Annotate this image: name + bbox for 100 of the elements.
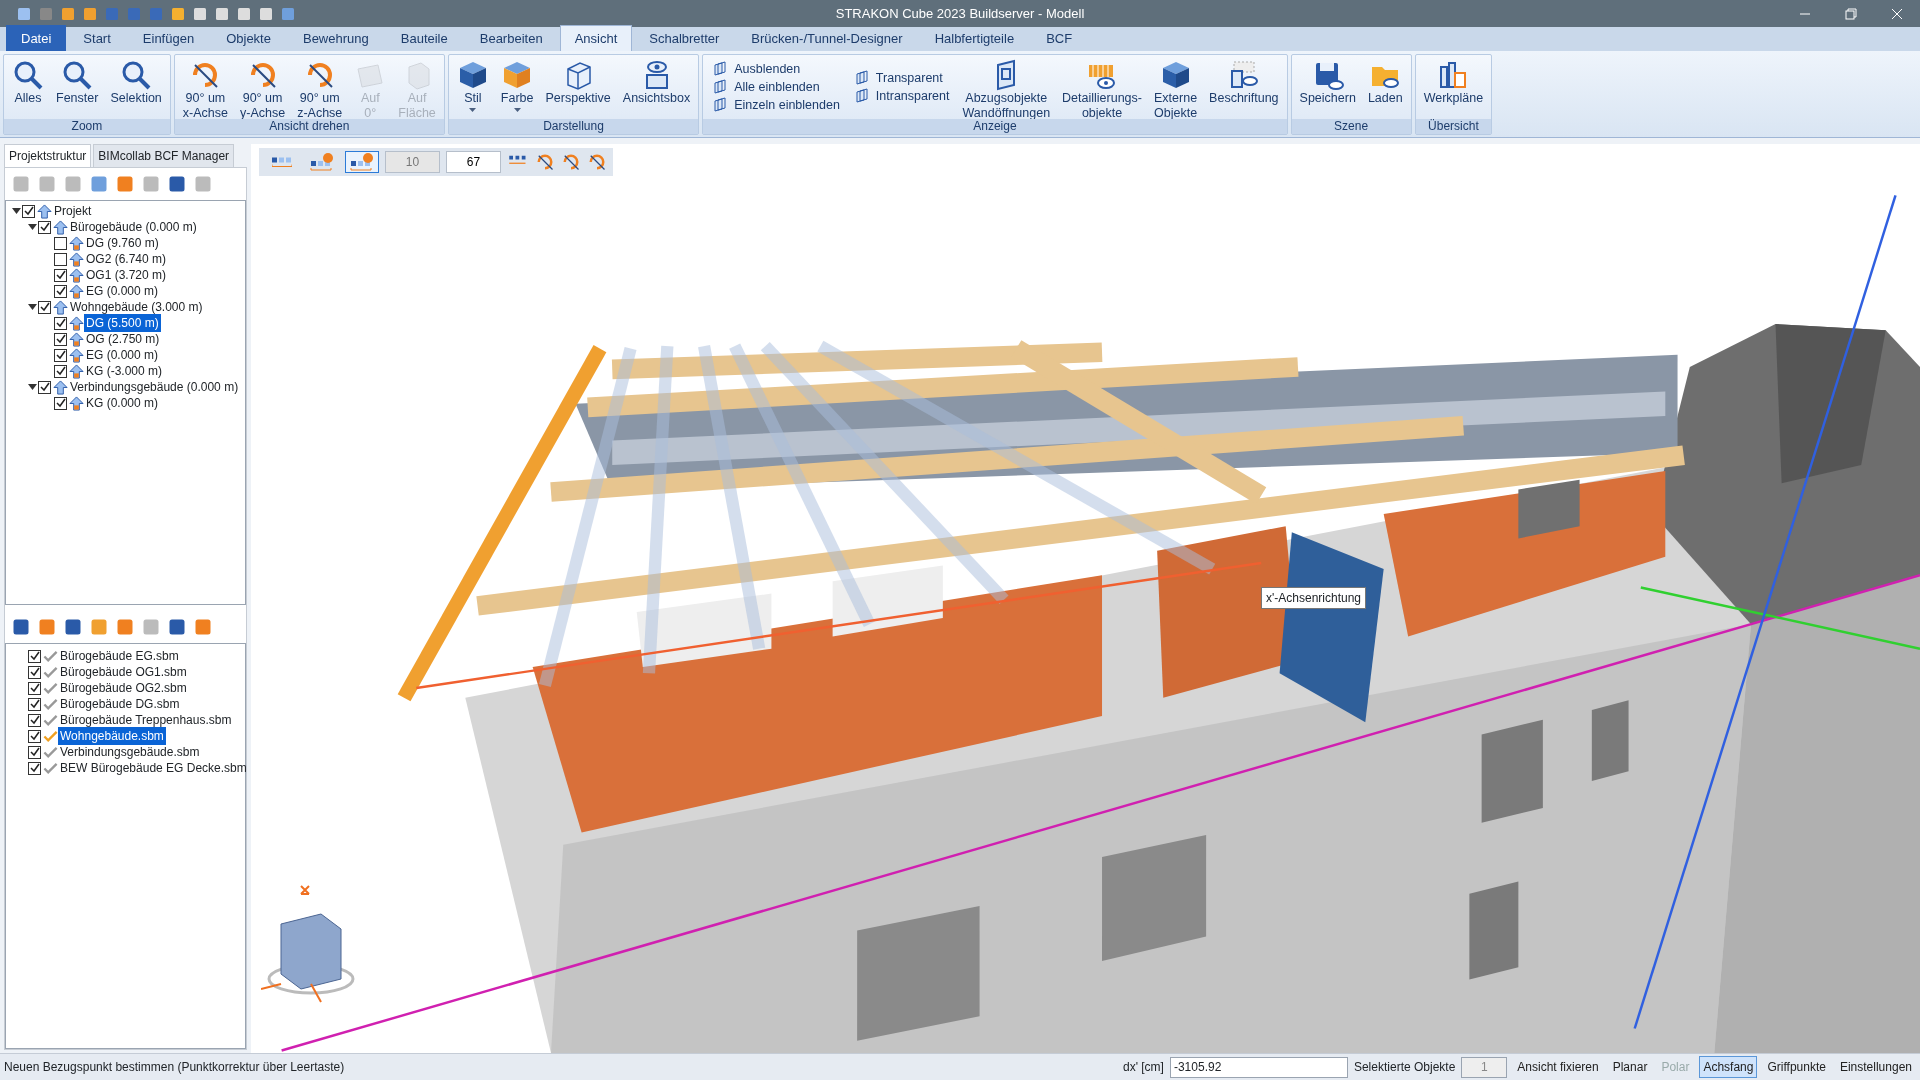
checkbox[interactable]	[54, 332, 67, 346]
checkbox[interactable]	[28, 761, 41, 775]
file-item[interactable]: Bürogebäude OG2.sbm	[58, 679, 189, 697]
toolbar-icon[interactable]	[258, 5, 274, 22]
panel-tab[interactable]: Projektstruktur	[4, 144, 92, 167]
checkbox[interactable]	[22, 204, 35, 218]
menu-tab[interactable]: Brücken-/Tunnel-Designer	[736, 24, 918, 51]
toolbar-icon[interactable]	[170, 5, 186, 22]
menu-tab[interactable]: Datei	[6, 24, 67, 51]
checkbox[interactable]	[54, 396, 67, 410]
file-item[interactable]: BEW Bürogebäude EG Decke.sbm	[58, 759, 249, 777]
checkbox[interactable]	[28, 713, 41, 727]
ribbon-button[interactable]: Transparent	[851, 69, 952, 87]
tree-item[interactable]: OG2 (6.740 m)	[84, 250, 169, 268]
checkbox[interactable]	[38, 220, 51, 234]
file-item[interactable]: Bürogebäude Treppenhaus.sbm	[58, 711, 234, 729]
ribbon-button[interactable]: Alles	[7, 57, 49, 108]
rotate-icon[interactable]	[535, 152, 555, 172]
ribbon-button[interactable]: 90° um z-Achse	[292, 57, 348, 119]
ribbon-button[interactable]: Ausblenden	[710, 60, 842, 78]
ribbon-button[interactable]: Intransparent	[851, 87, 952, 105]
menu-tab[interactable]: BCF	[1031, 24, 1088, 51]
tree-item[interactable]: Projekt	[52, 202, 94, 220]
tree-item[interactable]: EG (0.000 m)	[84, 346, 161, 364]
checkbox[interactable]	[38, 300, 51, 314]
ribbon-button[interactable]: Perspektive	[540, 57, 616, 108]
panel-tab[interactable]: BIMcollab BCF Manager	[93, 144, 235, 167]
ribbon-button[interactable]: 90° um y-Achse	[235, 57, 291, 119]
checkbox[interactable]	[28, 665, 41, 679]
toolbar-icon[interactable]	[167, 174, 187, 194]
tree-item[interactable]: KG (-3.000 m)	[84, 362, 165, 380]
status-toggle[interactable]: Einstellungen	[1835, 1056, 1916, 1078]
ribbon-button[interactable]: 90° um x-Achse	[177, 57, 233, 119]
toolbar-icon[interactable]	[11, 617, 31, 637]
file-item[interactable]: Bürogebäude EG.sbm	[58, 647, 181, 665]
checkbox[interactable]	[54, 364, 67, 378]
checkbox[interactable]	[54, 252, 67, 266]
menu-tab[interactable]: Objekte	[211, 24, 286, 51]
checkbox[interactable]	[28, 649, 41, 663]
checkbox[interactable]	[54, 236, 67, 250]
toolbar-icon[interactable]	[63, 617, 83, 637]
view-cube-icon[interactable]	[261, 884, 356, 1004]
menu-tab[interactable]: Halbfertigteile	[919, 24, 1030, 51]
ribbon-button[interactable]: Speichern	[1294, 57, 1361, 108]
toolbar-icon[interactable]	[16, 5, 32, 22]
tree-item[interactable]: OG (2.750 m)	[84, 330, 162, 348]
menu-tab[interactable]: Bewehrung	[287, 24, 384, 51]
toolbar-icon[interactable]	[236, 5, 252, 22]
ribbon-button[interactable]: Werkpläne	[1418, 57, 1489, 108]
checkbox[interactable]	[28, 729, 41, 743]
file-item[interactable]: Wohngebäude.sbm	[58, 727, 166, 745]
menu-tab[interactable]: Ansicht	[559, 24, 633, 51]
menu-tab[interactable]: Bearbeiten	[464, 24, 558, 51]
number-field[interactable]: 67	[446, 151, 501, 173]
ribbon-button[interactable]: Ansichtsbox	[617, 57, 696, 108]
checkbox[interactable]	[28, 681, 41, 695]
tree-item[interactable]: KG (0.000 m)	[84, 394, 161, 412]
ribbon-button[interactable]: Selektion	[105, 57, 167, 108]
tree-item[interactable]: DG (9.760 m)	[84, 234, 161, 252]
ribbon-button[interactable]: Beschriftung	[1204, 57, 1284, 108]
checkbox[interactable]	[54, 284, 67, 298]
tree-item[interactable]: OG1 (3.720 m)	[84, 266, 169, 284]
toolbar-icon[interactable]	[214, 5, 230, 22]
ribbon-button[interactable]: Stil	[451, 57, 494, 116]
status-toggle[interactable]: Griffpunkte	[1763, 1056, 1830, 1078]
menu-tab[interactable]: Einfügen	[127, 24, 210, 51]
checkbox[interactable]	[38, 380, 51, 394]
tree-item[interactable]: Wohngebäude (3.000 m)	[68, 298, 205, 316]
ribbon-button[interactable]: Fenster	[51, 57, 104, 108]
status-toggle[interactable]: Planar	[1608, 1056, 1652, 1078]
dx-field[interactable]: -3105.92	[1169, 1056, 1348, 1078]
checkbox[interactable]	[54, 348, 67, 362]
ribbon-button[interactable]: Einzeln einblenden	[710, 96, 842, 114]
checkbox[interactable]	[28, 745, 41, 759]
layout-button[interactable]	[345, 151, 379, 173]
status-toggle[interactable]: Achsfang	[1699, 1056, 1758, 1078]
checkbox[interactable]	[28, 697, 41, 711]
status-toggle[interactable]: Ansicht fixieren	[1513, 1056, 1603, 1078]
checkbox[interactable]	[54, 268, 67, 282]
close-icon[interactable]	[1891, 8, 1903, 21]
menu-tab[interactable]: Bauteile	[385, 24, 463, 51]
file-item[interactable]: Bürogebäude OG1.sbm	[58, 663, 189, 681]
checkbox[interactable]	[54, 316, 67, 330]
rotate-icon[interactable]	[587, 152, 607, 172]
tree-item[interactable]: EG (0.000 m)	[84, 282, 161, 300]
rotate-icon[interactable]	[561, 152, 581, 172]
tree-item[interactable]: Verbindungsgebäude (0.000 m)	[68, 378, 241, 396]
file-item[interactable]: Bürogebäude DG.sbm	[58, 695, 182, 713]
ribbon-button[interactable]: Externe Objekte	[1149, 57, 1203, 119]
toolbar-icon[interactable]	[192, 5, 208, 22]
ribbon-button[interactable]: Laden	[1362, 57, 1408, 108]
file-item[interactable]: Verbindungsgebäude.sbm	[58, 743, 202, 761]
restore-icon[interactable]	[1845, 8, 1857, 21]
ribbon-button[interactable]: Alle einblenden	[710, 78, 842, 96]
tree-item[interactable]: Bürogebäude (0.000 m)	[68, 218, 199, 236]
tree-item[interactable]: DG (5.500 m)	[84, 314, 161, 332]
menu-tab[interactable]: Start	[68, 24, 126, 51]
ribbon-button[interactable]: Farbe	[495, 57, 539, 116]
toolbar-icon[interactable]	[167, 617, 187, 637]
menu-tab[interactable]: Schalbretter	[634, 24, 735, 51]
